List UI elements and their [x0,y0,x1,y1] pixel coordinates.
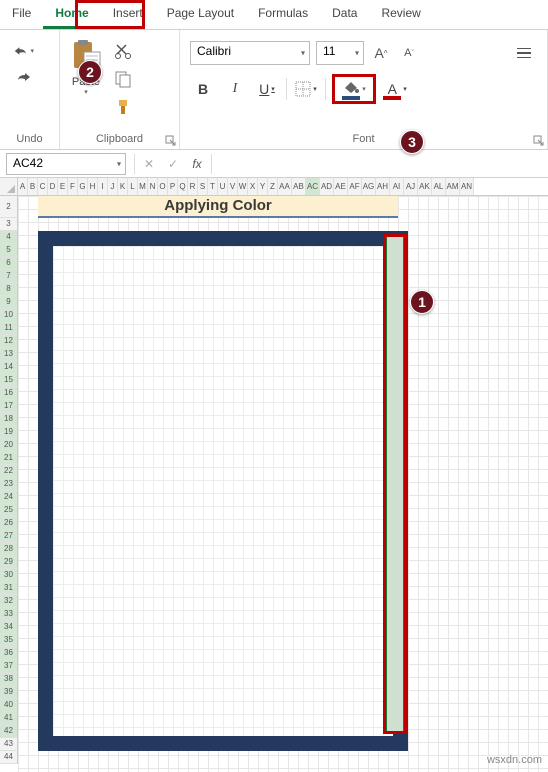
borders-icon [295,81,311,97]
cut-button[interactable] [112,40,134,62]
callout-3: 3 [400,130,424,154]
tab-page-layout[interactable]: Page Layout [155,0,246,29]
row-headers[interactable]: 2345678910111213141516171819202122232425… [0,196,18,764]
formula-bar-row: AC42 ▾ ✕ ✓ fx [0,150,548,178]
callout-2: 2 [78,60,102,84]
font-dialog-launcher[interactable] [533,135,545,147]
bold-button[interactable]: B [190,76,216,102]
font-color-button[interactable]: A ▾ [382,76,408,102]
formula-enter-button[interactable]: ✓ [161,152,185,176]
borders-button[interactable]: ▾ [293,76,319,102]
copy-icon [114,70,132,88]
frame-interior[interactable] [53,246,393,736]
worksheet-grid[interactable]: ABCDEFGHIJKLMNOPQRSTUVWXYZAAABACADAEAFAG… [0,178,548,772]
title-cell[interactable]: Applying Color [38,196,398,218]
ribbon-tabstrip: File Home Insert Page Layout Formulas Da… [0,0,548,30]
format-painter-button[interactable] [112,96,134,118]
watermark: wsxdn.com [487,754,542,766]
font-name-value: Calibri [197,44,231,58]
select-all-corner[interactable] [0,178,18,196]
font-size-value: 11 [323,44,335,58]
ribbon: ▾ Undo Paste ▾ [0,30,548,150]
font-size-select[interactable]: 11 ▾ [316,41,364,65]
undo-button[interactable]: ▾ [12,40,34,62]
tab-file[interactable]: File [0,0,43,29]
callout-1: 1 [410,290,434,314]
column-headers[interactable]: ABCDEFGHIJKLMNOPQRSTUVWXYZAAABACADAEAFAG… [18,178,548,196]
insert-function-button[interactable]: fx [185,152,209,176]
colored-frame[interactable] [38,231,408,751]
increase-font-button[interactable]: A^ [370,42,392,64]
italic-button[interactable]: I [222,76,248,102]
fill-color-button[interactable]: ▾ [332,74,376,104]
chevron-down-icon: ▾ [301,49,305,58]
ribbon-options-button[interactable] [511,40,537,66]
name-box-value: AC42 [13,156,43,170]
paint-bucket-icon [342,80,360,98]
group-label-font: Font [188,131,539,147]
selection-highlight [386,235,404,733]
font-name-select[interactable]: Calibri ▾ [190,41,310,65]
formula-cancel-button[interactable]: ✕ [137,152,161,176]
decrease-font-button[interactable]: Aˇ [398,42,420,64]
paintbrush-icon [114,98,132,116]
clipboard-dialog-launcher[interactable] [165,135,177,147]
group-label-undo: Undo [8,131,51,147]
chevron-down-icon: ▾ [355,49,359,58]
tab-home[interactable]: Home [43,0,100,29]
copy-button[interactable] [112,68,134,90]
scissors-icon [114,42,132,60]
tab-insert[interactable]: Insert [101,0,155,29]
group-label-clipboard: Clipboard [68,131,171,147]
chevron-down-icon: ▾ [362,85,366,93]
underline-button[interactable]: U▾ [254,76,280,102]
tab-data[interactable]: Data [320,0,369,29]
tab-review[interactable]: Review [369,0,432,29]
font-color-icon: A [383,80,401,98]
tab-formulas[interactable]: Formulas [246,0,320,29]
name-box[interactable]: AC42 ▾ [6,153,126,175]
redo-button[interactable] [12,66,34,88]
chevron-down-icon: ▾ [117,159,121,168]
